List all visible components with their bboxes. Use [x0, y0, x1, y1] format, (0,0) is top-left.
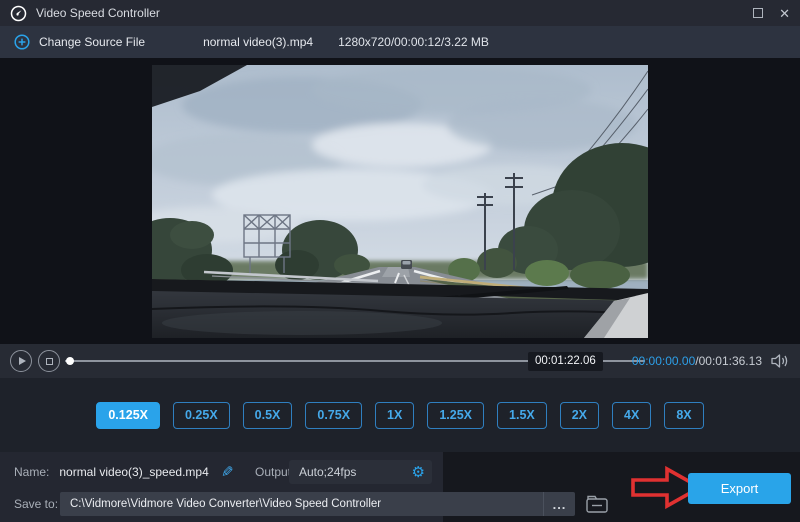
speed-option-8x[interactable]: 8X	[664, 401, 704, 429]
edit-name-pencil-icon[interactable]: ✎	[221, 463, 234, 481]
output-format-value: Auto;24fps	[299, 465, 357, 479]
change-source-label: Change Source File	[39, 35, 146, 49]
window-controls: ✕	[753, 7, 790, 20]
current-time: 00:00:00.00	[631, 354, 696, 368]
stop-icon	[45, 357, 53, 365]
speed-option-1x[interactable]: 1X	[375, 401, 415, 429]
output-settings-bar: Name: normal video(3)_speed.mp4 ✎ Output…	[0, 452, 800, 522]
speed-option-2x[interactable]: 2X	[559, 401, 600, 429]
output-format-field[interactable]: Auto;24fps ⚙	[289, 460, 432, 484]
source-toolbar: Change Source File normal video(3).mp4 1…	[0, 26, 800, 58]
close-button[interactable]: ✕	[779, 7, 790, 20]
name-row: Name: normal video(3)_speed.mp4 ✎	[14, 461, 233, 483]
speed-options-row: 0.125X 0.25X 0.5X 0.75X 1X 1.25X 1.5X 2X 4X 8X	[0, 378, 800, 452]
title-bar: Video Speed Controller ✕	[0, 0, 800, 26]
output-name-value: normal video(3)_speed.mp4	[59, 465, 209, 479]
change-source-file-button[interactable]: Change Source File	[14, 34, 145, 50]
save-path-value: C:\Vidmore\Vidmore Video Converter\Video…	[70, 498, 382, 510]
speed-option-0.25x[interactable]: 0.25X	[172, 401, 230, 429]
browse-path-button[interactable]: ...	[543, 492, 575, 516]
window-title: Video Speed Controller	[36, 6, 160, 20]
distant-vehicle	[401, 260, 412, 269]
play-button[interactable]	[10, 350, 32, 372]
speed-option-0.5x[interactable]: 0.5X	[242, 401, 293, 429]
time-display: 00:00:00.00/00:01:36.13	[632, 354, 762, 368]
seek-knob[interactable]	[66, 357, 74, 365]
video-frame	[152, 65, 648, 338]
stop-button[interactable]	[38, 350, 60, 372]
preview-area	[0, 58, 800, 344]
transport-bar: 00:01:22.06 00:00:00.00/00:01:36.13	[0, 344, 800, 378]
volume-icon[interactable]	[770, 353, 790, 369]
maximize-button[interactable]	[753, 8, 764, 18]
plus-circle-icon	[14, 34, 30, 50]
export-button[interactable]: Export	[688, 473, 791, 504]
speed-option-0.125x[interactable]: 0.125X	[96, 401, 160, 429]
open-folder-button[interactable]	[585, 493, 609, 515]
speed-option-4x[interactable]: 4X	[612, 401, 652, 429]
save-path-field[interactable]: C:\Vidmore\Vidmore Video Converter\Video…	[60, 492, 575, 516]
video-scene	[152, 65, 648, 338]
source-fileinfo: 1280x720/00:00:12/3.22 MB	[338, 35, 489, 49]
dashboard-sheen	[162, 311, 442, 335]
total-time: 00:01:36.13	[698, 354, 762, 368]
seek-time-tooltip: 00:01:22.06	[528, 352, 603, 371]
name-label: Name:	[14, 465, 50, 479]
speed-option-1.25x[interactable]: 1.25X	[427, 401, 485, 429]
video-speed-controller-window: Video Speed Controller ✕ Change Source F…	[0, 0, 800, 522]
play-icon	[18, 357, 26, 365]
app-speedometer-icon	[10, 5, 27, 21]
source-filename: normal video(3).mp4	[203, 35, 314, 49]
output-settings-gear-icon[interactable]: ⚙	[412, 465, 425, 480]
save-to-label: Save to:	[14, 497, 59, 511]
speed-option-1.5x[interactable]: 1.5X	[497, 401, 547, 429]
speed-option-0.75x[interactable]: 0.75X	[305, 401, 363, 429]
